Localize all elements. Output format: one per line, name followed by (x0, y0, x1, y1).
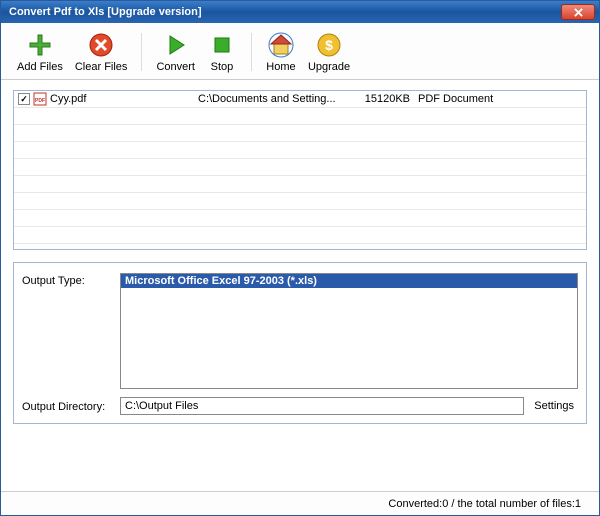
toolbar-separator (141, 33, 142, 71)
home-button[interactable]: Home (260, 29, 302, 75)
file-row-empty (14, 159, 586, 176)
upgrade-button[interactable]: $ Upgrade (302, 29, 356, 75)
toolbar-separator (251, 33, 252, 71)
svg-text:PDF: PDF (35, 98, 45, 104)
file-row-empty (14, 193, 586, 210)
stop-label: Stop (211, 61, 234, 73)
output-type-row: Output Type: Microsoft Office Excel 97-2… (22, 273, 578, 389)
clear-files-button[interactable]: Clear Files (69, 29, 134, 75)
output-dir-input[interactable] (120, 397, 524, 415)
content-area: PDF Cyy.pdf C:\Documents and Setting... … (1, 80, 599, 491)
output-dir-row: Output Directory: Settings (22, 397, 578, 415)
file-checkbox[interactable] (18, 93, 30, 105)
home-icon (267, 31, 295, 59)
close-icon (574, 8, 583, 17)
output-panel: Output Type: Microsoft Office Excel 97-2… (13, 262, 587, 424)
file-row-empty (14, 108, 586, 125)
toolbar: Add Files Clear Files Convert Stop (1, 23, 599, 80)
file-path: C:\Documents and Setting... (194, 93, 344, 105)
upgrade-label: Upgrade (308, 61, 350, 73)
close-button[interactable] (561, 4, 595, 20)
status-text: Converted:0 / the total number of files:… (388, 498, 581, 510)
convert-button[interactable]: Convert (150, 29, 201, 75)
window-title: Convert Pdf to Xls [Upgrade version] (9, 6, 561, 18)
add-files-label: Add Files (17, 61, 63, 73)
file-row-empty (14, 176, 586, 193)
file-row-empty (14, 125, 586, 142)
file-row[interactable]: PDF Cyy.pdf C:\Documents and Setting... … (14, 91, 586, 108)
output-type-item-selected[interactable]: Microsoft Office Excel 97-2003 (*.xls) (121, 274, 577, 288)
file-name-cell: PDF Cyy.pdf (14, 92, 194, 106)
file-name: Cyy.pdf (50, 93, 86, 105)
home-label: Home (266, 61, 295, 73)
output-type-label: Output Type: (22, 273, 114, 287)
settings-button[interactable]: Settings (530, 398, 578, 414)
stop-icon (208, 31, 236, 59)
stop-button[interactable]: Stop (201, 29, 243, 75)
pdf-icon: PDF (33, 92, 47, 106)
statusbar: Converted:0 / the total number of files:… (1, 491, 599, 515)
clear-icon (87, 31, 115, 59)
file-row-empty (14, 227, 586, 244)
file-type: PDF Document (414, 93, 586, 105)
output-type-list[interactable]: Microsoft Office Excel 97-2003 (*.xls) (120, 273, 578, 389)
output-dir-label: Output Directory: (22, 399, 114, 413)
add-files-button[interactable]: Add Files (11, 29, 69, 75)
clear-files-label: Clear Files (75, 61, 128, 73)
svg-text:$: $ (325, 37, 333, 53)
app-window: Convert Pdf to Xls [Upgrade version] Add… (0, 0, 600, 516)
file-list[interactable]: PDF Cyy.pdf C:\Documents and Setting... … (13, 90, 587, 250)
convert-label: Convert (156, 61, 195, 73)
play-icon (162, 31, 190, 59)
file-row-empty (14, 210, 586, 227)
plus-icon (26, 31, 54, 59)
upgrade-icon: $ (315, 31, 343, 59)
file-row-empty (14, 142, 586, 159)
file-size: 15120KB (344, 93, 414, 105)
titlebar: Convert Pdf to Xls [Upgrade version] (1, 1, 599, 23)
